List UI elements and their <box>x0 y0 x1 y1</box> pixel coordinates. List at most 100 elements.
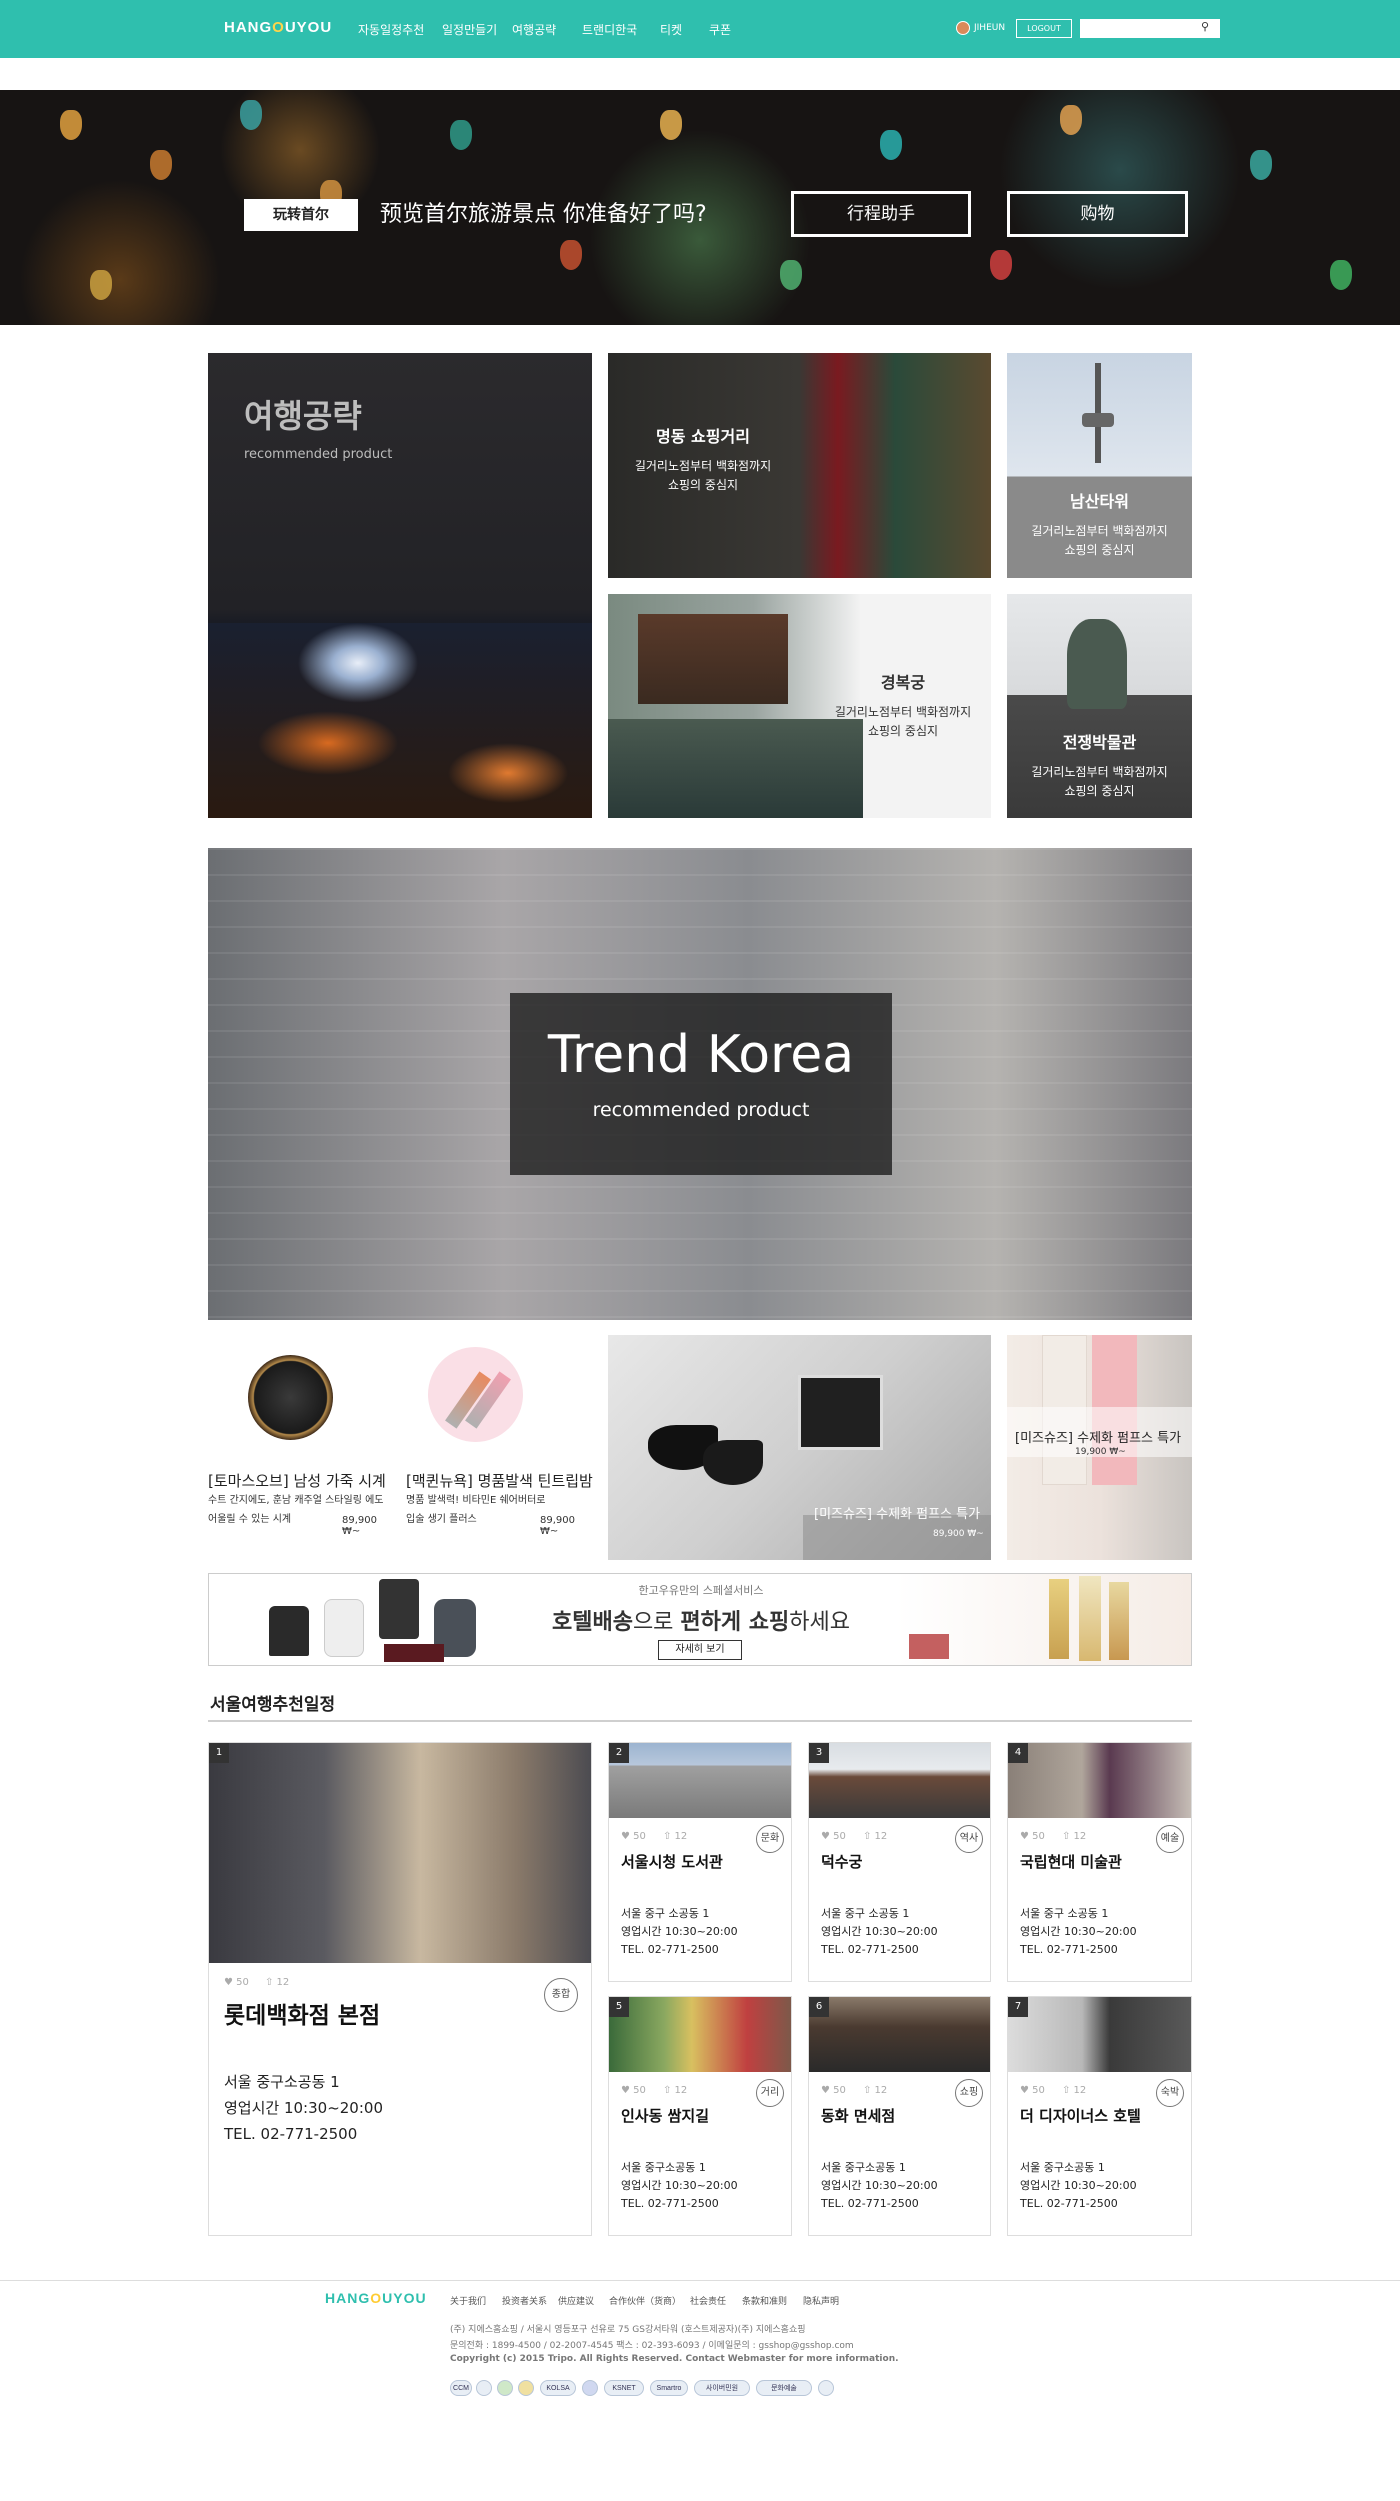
product-card-pumps-2[interactable]: [미즈슈즈] 수제화 펌프스 특가 19,900 ₩~ <box>1007 1335 1192 1560</box>
product-name: [미즈슈즈] 수제화 펌프스 특가 <box>1015 1431 1182 1446</box>
cert-badge <box>818 2380 834 2396</box>
product-card-watch[interactable]: [토마스오브] 남성 가죽 시계 수트 간지에도, 훈남 캐주얼 스타일링 에도… <box>208 1335 398 1560</box>
hotel-delivery-banner[interactable]: 한고우유만의 스페셜서비스 호텔배송으로 편하게 쇼핑하세요 자세히 보기 <box>208 1573 1192 1666</box>
footer-link-suggestions[interactable]: 供应建议 <box>558 2294 594 2307</box>
place-tel: TEL. 02-771-2500 <box>821 2197 919 2210</box>
nav-item-ticket[interactable]: 티켓 <box>660 21 682 38</box>
hero-banner: 玩转首尔 预览首尔旅游景点 你准备好了吗? 行程助手 购物 <box>0 90 1400 325</box>
place-address: 서울 중구소공동 1 <box>621 2161 706 2174</box>
place-image <box>609 1743 791 1818</box>
logout-button[interactable]: LOGOUT <box>1016 19 1072 38</box>
cert-badge-cyber: 사이버민원 <box>694 2380 750 2396</box>
trend-caption-box: Trend Korea recommended product <box>510 993 892 1175</box>
site-logo[interactable]: HANGOUYOU <box>224 19 332 36</box>
card-number: 3 <box>809 1743 829 1763</box>
share-count: ⇧ 12 <box>1062 2085 1087 2096</box>
place-name: 서울시청 도서관 <box>621 1853 723 1871</box>
like-count: ♥ 50 <box>224 1977 249 1988</box>
tile-desc-line: 길거리노점부터 백화점까지 <box>634 459 772 473</box>
product-desc-line: 입술 생기 플러스 <box>406 1514 477 1525</box>
share-count: ⇧ 12 <box>863 1831 888 1842</box>
travel-guide-title: 여행공략 <box>244 397 362 435</box>
tile-gyeongbokgung[interactable]: 경복궁 길거리노점부터 백화점까지 쇼핑의 중심지 <box>608 594 991 818</box>
place-address: 서울 중구 소공동 1 <box>821 1907 910 1920</box>
user-profile[interactable]: JIHEUN <box>956 21 1005 35</box>
place-tel: TEL. 02-771-2500 <box>821 1943 919 1956</box>
place-name: 롯데백화점 본점 <box>224 2003 381 2029</box>
tile-desc-line: 쇼핑의 중심지 <box>1064 784 1135 798</box>
lantern-decoration <box>90 270 112 300</box>
schedule-card[interactable]: 4 ♥ 50 ⇧ 12 예술 국립현대 미술관 서울 중구 소공동 1 영업시간… <box>1007 1742 1192 1982</box>
place-image <box>1008 1997 1191 2072</box>
footer-contact-info: 문의전화 : 1899-4500 / 02-2007-4545 팩스 : 02-… <box>450 2341 854 2351</box>
travel-guide-subtitle: recommended product <box>244 447 393 462</box>
tile-desc-line: 쇼핑의 중심지 <box>1064 543 1135 557</box>
lantern-decoration <box>990 250 1012 280</box>
place-hours: 영업시간 10:30~20:00 <box>1020 1925 1137 1938</box>
footer-link-privacy[interactable]: 隐私声明 <box>803 2294 839 2307</box>
place-name: 동화 면세점 <box>821 2107 896 2125</box>
footer-link-partners[interactable]: 合作伙伴（货商） <box>609 2294 681 2307</box>
tile-caption: 경복궁 길거리노점부터 백화점까지 쇼핑의 중심지 <box>808 669 991 741</box>
category-badge: 거리 <box>756 2079 784 2107</box>
tile-namsan-tower[interactable]: 남산타워 길거리노점부터 백화점까지 쇼핑의 중심지 <box>1007 353 1192 578</box>
schedule-card[interactable]: 6 ♥ 50 ⇧ 12 쇼핑 동화 면세점 서울 중구소공동 1 영업시간 10… <box>808 1996 991 2236</box>
lantern-decoration <box>150 150 172 180</box>
tile-myeongdong[interactable]: 명동 쇼핑거리 길거리노점부터 백화점까지 쇼핑의 중심지 <box>608 353 991 578</box>
lantern-decoration <box>880 130 902 160</box>
footer-link-terms[interactable]: 条款和准则 <box>742 2294 787 2307</box>
product-price: 89,900 ₩~ <box>342 1515 377 1537</box>
schedule-card[interactable]: 1 ♥ 50 ⇧ 12 종합 롯데백화점 본점 서울 중구소공동 1 영업시간 … <box>208 1742 592 2236</box>
nav-item-auto-schedule[interactable]: 자동일정추천 <box>358 21 424 38</box>
product-desc-line: 명품 발색력! 비타민E 쉐어버터로 <box>406 1495 546 1506</box>
card-number: 1 <box>209 1743 229 1763</box>
category-badge: 종합 <box>544 1978 578 2012</box>
tile-desc-line: 쇼핑의 중심지 <box>867 724 939 738</box>
tower-illustration <box>1082 413 1114 427</box>
footer-logo[interactable]: HANGOUYOU <box>325 2290 427 2306</box>
lantern-decoration <box>60 110 82 140</box>
tile-title: 경복궁 <box>880 673 926 692</box>
lantern-decoration <box>1330 260 1352 290</box>
lantern-decoration <box>660 110 682 140</box>
product-desc-line: 수트 간지에도, 훈남 캐주얼 스타일링 에도 <box>208 1495 384 1506</box>
travel-guide-feature-tile[interactable]: 여행공략 recommended product <box>208 353 592 818</box>
cert-badge-culture: 문화예술 <box>756 2380 812 2396</box>
schedule-card[interactable]: 2 ♥ 50 ⇧ 12 문화 서울시청 도서관 서울 중구 소공동 1 영업시간… <box>608 1742 792 1982</box>
schedule-card[interactable]: 5 ♥ 50 ⇧ 12 거리 인사동 쌈지길 서울 중구소공동 1 영업시간 1… <box>608 1996 792 2236</box>
product-card-tint-balm[interactable]: [맥퀸뉴욕] 명품발색 틴트립밤 명품 발색력! 비타민E 쉐어버터로 입술 생… <box>406 1335 596 1560</box>
box-image <box>798 1375 883 1450</box>
nav-item-make-schedule[interactable]: 일정만들기 <box>442 21 497 38</box>
trend-korea-banner[interactable]: Trend Korea recommended product <box>208 848 1192 1320</box>
cert-badge-ksnet: KSNET <box>604 2380 644 2396</box>
view-details-button[interactable]: 자세히 보기 <box>658 1640 742 1660</box>
search-input[interactable] <box>1080 19 1220 38</box>
footer-company-info: (주) 지에스홈쇼핑 / 서울시 영등포구 선유로 75 GS강서타워 (호스트… <box>450 2325 806 2335</box>
hero-title: 预览首尔旅游景点 你准备好了吗? <box>380 202 707 227</box>
category-badge: 예술 <box>1156 1825 1184 1853</box>
product-card-pumps[interactable]: [미즈슈즈] 수제화 펌프스 특가 89,900 ₩~ <box>608 1335 991 1560</box>
share-count: ⇧ 12 <box>663 1831 688 1842</box>
footer-link-investors[interactable]: 投资者关系 <box>502 2294 547 2307</box>
product-desc-line: 어울릴 수 있는 시계 <box>208 1514 292 1525</box>
like-count: ♥ 50 <box>821 2085 846 2096</box>
place-hours: 영업시간 10:30~20:00 <box>621 1925 738 1938</box>
headline-part: 호텔배송 <box>551 1610 633 1635</box>
place-address: 서울 중구소공동 1 <box>821 2161 906 2174</box>
like-count: ♥ 50 <box>621 2085 646 2096</box>
lantern-decoration <box>780 260 802 290</box>
nav-item-coupon[interactable]: 쿠폰 <box>709 21 731 38</box>
nav-item-trendy-korea[interactable]: 트랜디한국 <box>582 21 637 38</box>
tile-war-memorial[interactable]: 전쟁박물관 길거리노점부터 백화점까지 쇼핑의 중심지 <box>1007 594 1192 818</box>
search-icon[interactable]: ⚲ <box>1201 20 1209 33</box>
shopping-button[interactable]: 购物 <box>1007 191 1188 237</box>
schedule-card[interactable]: 7 ♥ 50 ⇧ 12 숙박 더 디자이너스 호텔 서울 중구소공동 1 영업시… <box>1007 1996 1192 2236</box>
palace-illustration <box>638 614 788 704</box>
headline-part: 하세요 <box>789 1610 851 1635</box>
footer-link-social[interactable]: 社会责任 <box>690 2294 726 2307</box>
footer-link-about[interactable]: 关于我们 <box>450 2294 486 2307</box>
trip-helper-button[interactable]: 行程助手 <box>791 191 971 237</box>
schedule-card[interactable]: 3 ♥ 50 ⇧ 12 역사 덕수궁 서울 중구 소공동 1 영업시간 10:3… <box>808 1742 991 1982</box>
place-hours: 영업시간 10:30~20:00 <box>1020 2179 1137 2192</box>
nav-item-travel-guide[interactable]: 여행공략 <box>512 21 556 38</box>
